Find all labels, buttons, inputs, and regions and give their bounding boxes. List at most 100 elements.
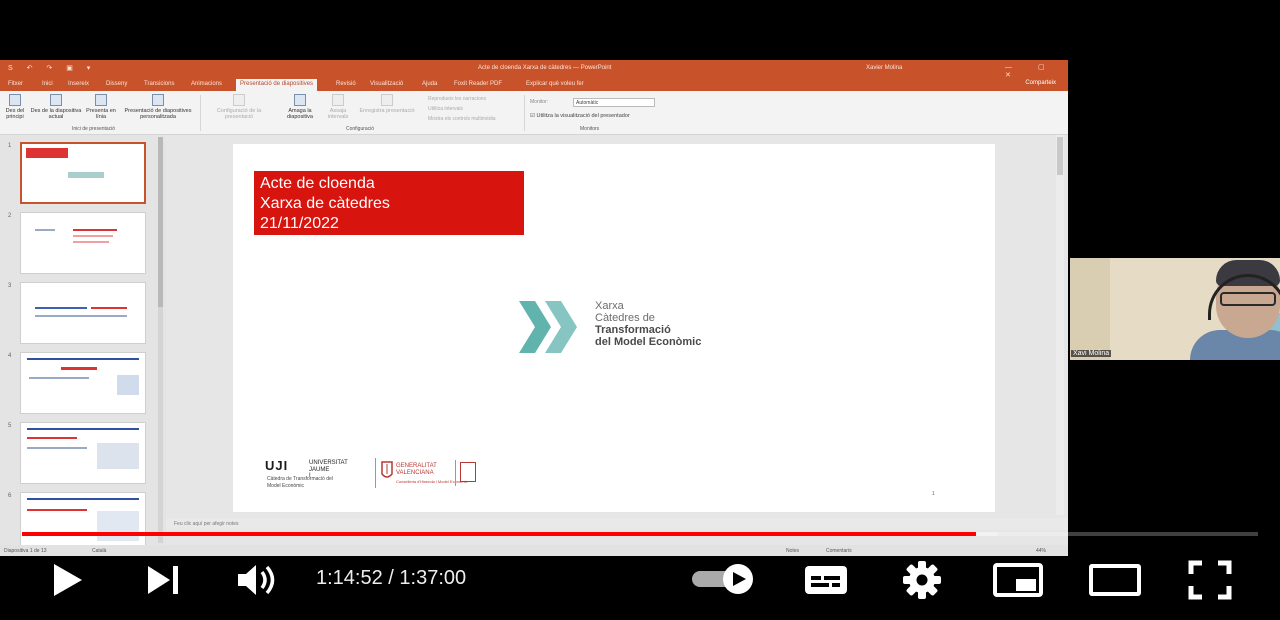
slide-canvas: Acte de cloenda Xarxa de càtedres 21/11/… bbox=[166, 135, 1068, 545]
thumb-number: 6 bbox=[8, 493, 12, 499]
use-timings-option: Utilitza intervals bbox=[428, 106, 464, 112]
tab-insereix: Insereix bbox=[68, 81, 90, 87]
monitor-select: Automàtic bbox=[573, 98, 655, 107]
play-current-icon bbox=[50, 94, 62, 106]
play-narrations-option: Reprodueix les narracions bbox=[428, 96, 487, 102]
thumb-number: 5 bbox=[8, 423, 12, 429]
record-label: Enregistra presentació bbox=[359, 108, 415, 114]
user-name: Xavier Molina bbox=[866, 65, 903, 71]
ribbon-tabs: Fitxer Inici Insereix Disseny Transicion… bbox=[0, 77, 1068, 91]
slide-thumbnail bbox=[20, 212, 146, 274]
thumb-line bbox=[73, 241, 109, 243]
progress-played bbox=[22, 532, 977, 536]
tab-fitxer: Fitxer bbox=[8, 81, 23, 87]
tab-visualitzacio: Visualització bbox=[370, 81, 404, 87]
thumbs-scrollbar bbox=[158, 137, 163, 543]
rehearse-icon bbox=[332, 94, 344, 106]
play-icon[interactable] bbox=[50, 562, 86, 598]
thumbs-scroll-knob bbox=[158, 137, 163, 307]
gva-department: Conselleria d'Hisenda i Model Econòmic bbox=[396, 479, 468, 484]
settings-gear-icon[interactable] bbox=[902, 560, 942, 600]
custom-show-button: Presentació de diapositives personalitza… bbox=[118, 94, 198, 120]
quick-access-toolbar: S ↶ ↷ ▣ ▾ bbox=[8, 65, 97, 72]
tab-ajuda: Ajuda bbox=[422, 81, 438, 87]
hide-slide-label: Amaga la diapositiva bbox=[287, 108, 313, 120]
custom-show-label: Presentació de diapositives personalitza… bbox=[124, 108, 192, 120]
slide-thumbnail bbox=[20, 352, 146, 414]
next-icon[interactable] bbox=[146, 564, 182, 596]
uji-mark: UJI bbox=[265, 458, 289, 473]
subtitles-icon[interactable] bbox=[803, 564, 849, 596]
fullscreen-icon[interactable] bbox=[1188, 560, 1232, 600]
presenter-view-checkbox: ☑ Utilitza la visualització del presenta… bbox=[530, 113, 630, 119]
slide-thumbnail bbox=[20, 282, 146, 344]
autoplay-toggle-icon[interactable] bbox=[690, 563, 758, 595]
slide-title-line2: Xarxa de càtedres bbox=[260, 195, 390, 212]
thumb-line bbox=[27, 509, 87, 511]
group-start-label: Inici de presentació bbox=[72, 126, 116, 132]
ribbon-separator bbox=[200, 95, 201, 131]
canvas-scrollbar bbox=[1056, 135, 1064, 515]
theater-mode-icon[interactable] bbox=[1088, 563, 1142, 597]
miniplayer-icon[interactable] bbox=[992, 562, 1044, 598]
slide: Acte de cloenda Xarxa de càtedres 21/11/… bbox=[233, 144, 995, 512]
video-player[interactable]: S ↶ ↷ ▣ ▾ Acte de cloenda Xarxa de càted… bbox=[0, 0, 1280, 620]
thumb-line bbox=[27, 498, 139, 500]
ribbon-separator bbox=[524, 95, 525, 131]
group-monitors-label: Monitors bbox=[580, 126, 600, 132]
thumb-line bbox=[73, 229, 117, 231]
logo-separator bbox=[375, 458, 376, 488]
rehearse-label: Assaja intervals bbox=[327, 108, 349, 120]
logo-line-model: del Model Econòmic bbox=[595, 336, 702, 348]
thumb-title-block bbox=[26, 148, 68, 158]
tab-revisio: Revisió bbox=[336, 81, 356, 87]
presenter-view-label: Utilitza la visualització del presentado… bbox=[536, 113, 630, 119]
canvas-scroll-knob bbox=[1057, 137, 1063, 175]
logo-line-catedres: Càtedres de bbox=[595, 312, 655, 324]
slide-page-number: 1 bbox=[932, 491, 935, 497]
thumb-line bbox=[35, 229, 55, 231]
thumb-line bbox=[61, 367, 97, 370]
thumb-image bbox=[97, 511, 139, 541]
hide-slide-icon bbox=[294, 94, 306, 106]
volume-icon[interactable] bbox=[236, 562, 280, 598]
present-online-button: Presenta en línia bbox=[86, 94, 116, 120]
thumb-number: 2 bbox=[8, 213, 12, 219]
tab-transicions: Transicions bbox=[144, 81, 175, 87]
slide-title-line1: Acte de cloenda bbox=[260, 175, 375, 192]
thumb-line bbox=[29, 377, 89, 379]
ppt-titlebar: S ↶ ↷ ▣ ▾ Acte de cloenda Xarxa de càted… bbox=[0, 60, 1068, 79]
custom-show-icon bbox=[152, 94, 164, 106]
hide-slide-button: Amaga la diapositiva bbox=[282, 94, 318, 120]
from-current-label: Des de la diapositiva actual bbox=[30, 108, 82, 120]
slide-thumbnail bbox=[20, 142, 146, 204]
generalitat-emblem-icon bbox=[381, 461, 393, 478]
share-button: Comparteix bbox=[1025, 80, 1056, 86]
tab-inici: Inici bbox=[42, 81, 53, 87]
logo-separator bbox=[455, 460, 456, 486]
gva-name-line2: VALENCIANA bbox=[396, 470, 434, 476]
record-button: Enregistra presentació bbox=[358, 94, 416, 114]
participant-name: Xavi Molina bbox=[1071, 350, 1112, 357]
tab-foxit: Foxit Reader PDF bbox=[454, 81, 503, 87]
monitor-label: Monitor: bbox=[530, 99, 549, 105]
thumb-number: 1 bbox=[8, 143, 12, 149]
thumb-line bbox=[27, 437, 77, 439]
slide-title-date: 21/11/2022 bbox=[260, 215, 339, 232]
thumb-diagram bbox=[117, 375, 139, 395]
thumb-number: 3 bbox=[8, 283, 12, 289]
logo-line-xarxa: Xarxa bbox=[595, 300, 624, 312]
setup-label: Configuració de la presentació bbox=[216, 108, 262, 120]
tab-animacions: Animacions bbox=[191, 81, 223, 87]
thumb-line bbox=[35, 307, 87, 309]
thumb-line bbox=[27, 428, 139, 430]
uji-chair-line2: Model Econòmic bbox=[267, 483, 304, 489]
thumb-logo bbox=[68, 172, 104, 178]
powerpoint-window: S ↶ ↷ ▣ ▾ Acte de cloenda Xarxa de càted… bbox=[0, 60, 1068, 556]
tab-disseny: Disseny bbox=[106, 81, 128, 87]
group-setup-label: Configuració bbox=[346, 126, 375, 132]
progress-bar[interactable] bbox=[22, 532, 1258, 536]
tab-presentacio: Presentació de diapositives bbox=[236, 79, 318, 91]
xarxa-logo-text: Xarxa Càtedres de Transformació del Mode… bbox=[595, 300, 701, 348]
thumb-table bbox=[97, 443, 139, 469]
